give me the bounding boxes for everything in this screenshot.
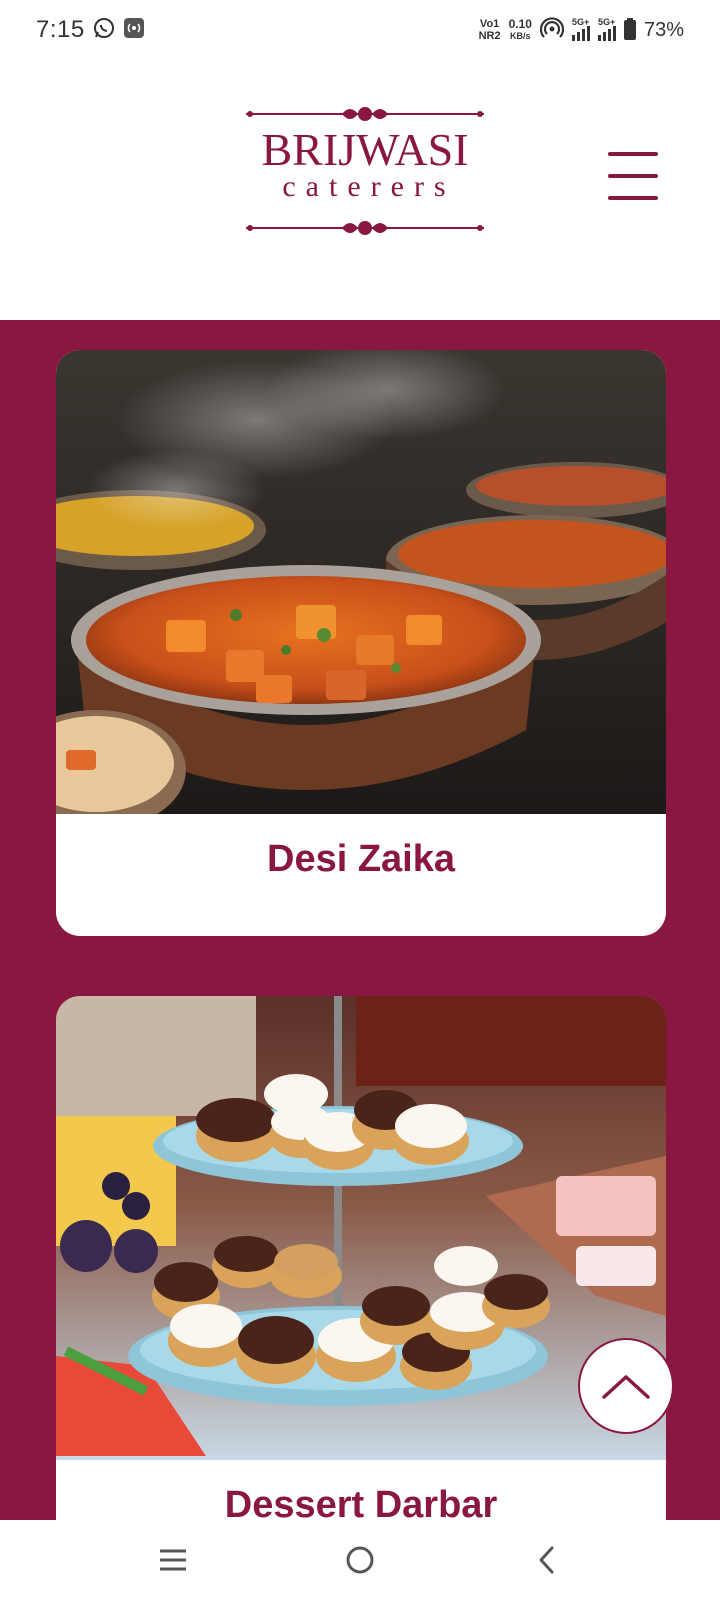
scroll-to-top-button[interactable]	[578, 1338, 674, 1434]
service-card-desi-zaika[interactable]: Desi Zaika	[56, 350, 666, 936]
indian-curry-buffet-image	[56, 350, 666, 814]
battery-icon	[623, 17, 636, 43]
signal-strength-1: 5G+	[571, 17, 590, 41]
hotspot-icon	[123, 17, 145, 44]
volte-indicator: Vo1 NR2	[479, 18, 501, 42]
brijwasi-logo[interactable]: BRIJWASI caterers	[246, 104, 484, 238]
logo-sub-text: caterers	[282, 170, 456, 203]
network-speed: 0.10 KB/s	[509, 18, 532, 42]
dessert-platter-image	[56, 996, 666, 1460]
speed-unit: KB/s	[510, 31, 531, 41]
recents-button[interactable]	[143, 1530, 203, 1590]
recents-icon	[160, 1549, 187, 1571]
battery-percent: 73%	[643, 18, 684, 41]
back-button[interactable]	[517, 1530, 577, 1590]
status-bar: 7:15 Vo1 NR2 0.10 KB/s 5G+ 5G+ 73%	[0, 0, 720, 60]
service-card-dessert-darbar[interactable]: Dessert Darbar	[56, 996, 666, 1520]
whatsapp-icon	[93, 17, 115, 44]
logo-ornament-top	[246, 107, 484, 121]
speed-value: 0.10	[508, 17, 532, 31]
hotspot-signal-icon	[539, 16, 565, 44]
signal2-label: 5G+	[597, 17, 616, 27]
chevron-up-icon	[602, 1375, 650, 1399]
home-icon	[346, 1546, 374, 1574]
logo-brand-text: BRIJWASI	[261, 124, 469, 175]
back-icon	[539, 1546, 554, 1574]
hamburger-menu-icon[interactable]	[608, 152, 664, 202]
logo-ornament-bottom	[246, 221, 484, 235]
card-title: Dessert Darbar	[224, 1484, 498, 1520]
system-nav-bar	[0, 1520, 720, 1600]
vo-line1: Vo1	[479, 18, 500, 30]
home-button[interactable]	[330, 1530, 390, 1590]
card-title: Desi Zaika	[267, 838, 455, 880]
signal1-label: 5G+	[571, 17, 590, 27]
vo-line2: NR2	[478, 30, 501, 42]
status-time: 7:15	[36, 16, 85, 43]
signal-strength-2: 5G+	[597, 17, 616, 41]
site-header: BRIJWASI caterers	[0, 60, 720, 320]
